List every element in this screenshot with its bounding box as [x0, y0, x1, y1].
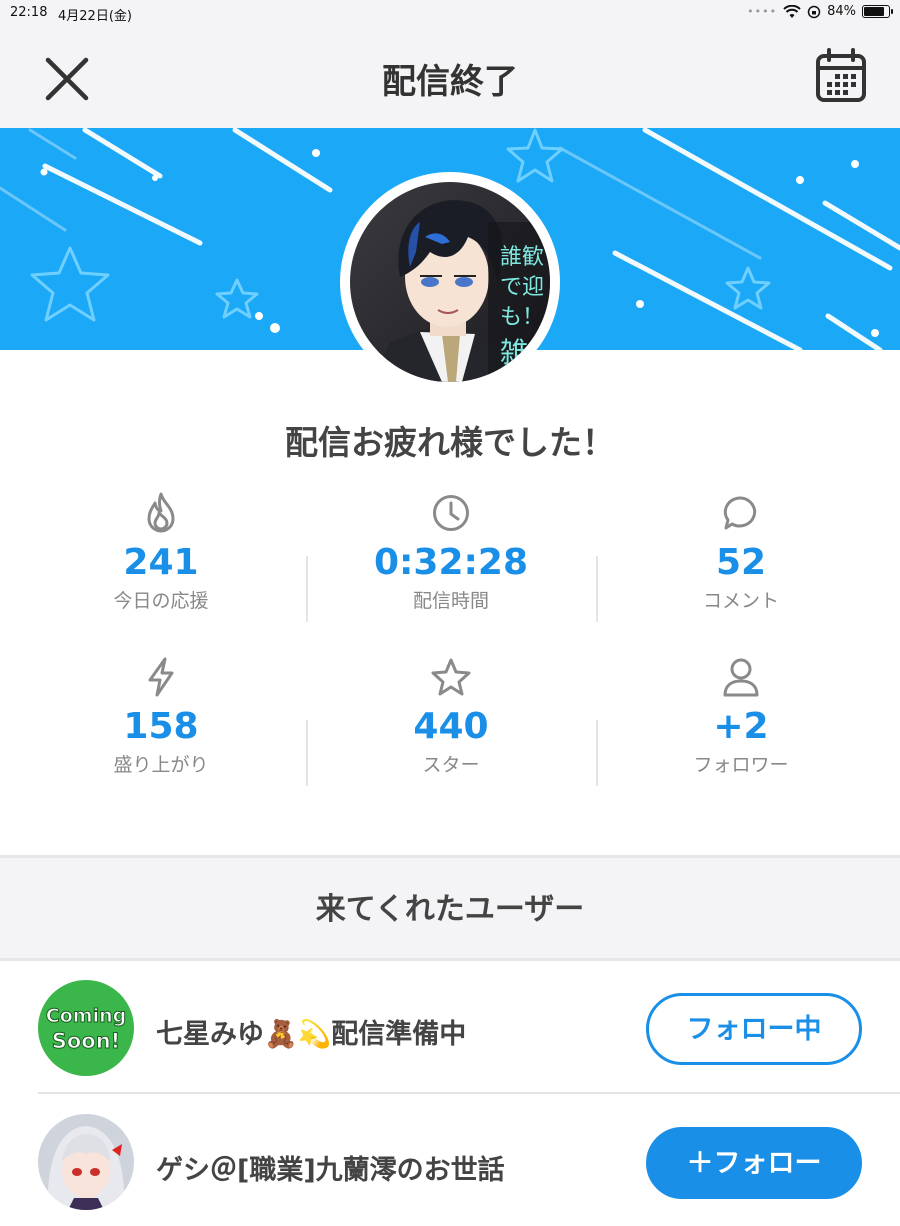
stat-label: 今日の応援: [113, 590, 209, 612]
comment-icon: [723, 496, 757, 530]
avatar-text: Soon!: [52, 1029, 121, 1053]
stat-label: コメント: [702, 590, 779, 612]
stat-label: 配信時間: [412, 590, 489, 612]
stat-value: 440: [413, 706, 489, 747]
user-row[interactable]: Coming Soon! 七星みゆ🧸💫配信準備中 フォロー中: [0, 966, 900, 1096]
stat-value: 158: [123, 706, 199, 747]
user-avatar[interactable]: Coming Soon!: [38, 980, 134, 1076]
orientation-lock-icon: [807, 5, 821, 18]
avatar-overlay-text: 雑談: [500, 336, 550, 369]
lightning-icon: [148, 657, 174, 697]
status-date: 4月22日(金): [58, 9, 132, 24]
status-time: 22:18: [10, 5, 48, 20]
battery-percent: 84%: [827, 4, 856, 19]
stat-support: 241 今日の応援: [16, 490, 306, 613]
user-avatar[interactable]: [38, 1114, 134, 1210]
flame-icon: [147, 492, 175, 533]
calendar-button[interactable]: [814, 48, 868, 104]
star-icon: [431, 658, 471, 696]
visitors-section-title: 来てくれたユーザー: [0, 858, 900, 958]
stat-value: 52: [715, 542, 767, 583]
person-icon: [723, 658, 759, 697]
user-row[interactable]: ゲシ＠[職業]九蘭澪のお世話 ＋フォロー: [0, 1096, 900, 1226]
stat-stars: 440 スター: [306, 654, 596, 777]
nav-bar: 配信終了: [0, 26, 900, 128]
stat-label: フォロワー: [693, 754, 789, 776]
streamer-avatar-image: 誰歓 で迎 も！ 雑談: [350, 182, 550, 382]
stat-value: +2: [713, 706, 769, 747]
follow-button[interactable]: ＋フォロー: [646, 1127, 862, 1199]
status-bar: 22:18 4月22日(金) •••• 84%: [0, 0, 900, 26]
stat-value: 0:32:28: [373, 542, 529, 583]
stat-label: スター: [422, 754, 480, 776]
battery-icon: [862, 5, 893, 18]
page-title: 配信終了: [382, 62, 518, 102]
following-button[interactable]: フォロー中: [646, 993, 862, 1065]
stat-value: 241: [123, 542, 199, 583]
stat-excitement: 158 盛り上がり: [16, 654, 306, 777]
user-name: 七星みゆ🧸💫配信準備中: [156, 1019, 467, 1050]
clock-icon: [433, 495, 469, 531]
avatar-overlay-text: で迎: [500, 275, 544, 300]
stat-duration: 0:32:28 配信時間: [306, 490, 596, 613]
status-right: •••• 84%: [747, 4, 893, 19]
stat-followers: +2 フォロワー: [596, 654, 886, 777]
wifi-icon: [783, 4, 801, 18]
signal-dots-icon: ••••: [747, 5, 778, 18]
streamer-avatar[interactable]: 誰歓 で迎 も！ 雑談: [340, 172, 560, 392]
row-divider: [38, 1092, 900, 1094]
thanks-message: 配信お疲れ様でした！: [285, 423, 615, 462]
section-divider: [0, 958, 900, 961]
stat-label: 盛り上がり: [113, 754, 209, 776]
calendar-icon: [816, 48, 866, 102]
avatar-overlay-text: 誰歓: [500, 245, 544, 270]
user-name: ゲシ＠[職業]九蘭澪のお世話: [156, 1155, 505, 1186]
avatar-overlay-text: も！: [500, 305, 544, 330]
stat-comments: 52 コメント: [596, 490, 886, 613]
avatar-text: Coming: [46, 1005, 126, 1027]
